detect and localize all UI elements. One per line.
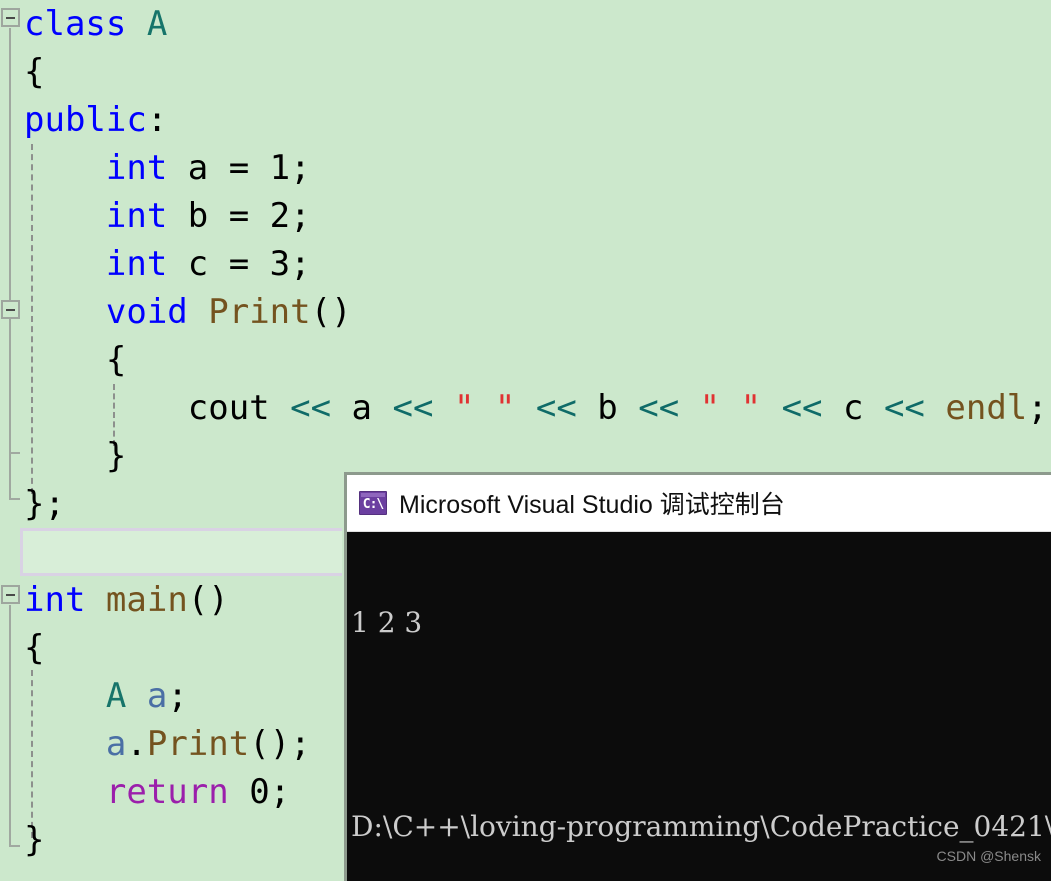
code-line[interactable]: int a = 1; — [0, 144, 1051, 192]
code-token: int — [105, 148, 168, 188]
code-token: class — [24, 4, 127, 44]
code-token: ; — [290, 244, 311, 284]
code-token: : — [146, 100, 168, 140]
code-token: endl — [945, 388, 1028, 428]
console-output-line-1: 1 2 3 — [351, 606, 423, 639]
code-token: c — [822, 388, 884, 428]
code-token: ; — [290, 196, 311, 236]
csdn-watermark: CSDN @Shensk — [936, 848, 1041, 864]
code-token: } — [24, 820, 45, 860]
code-token: << — [883, 388, 925, 428]
console-window[interactable]: C:\ Microsoft Visual Studio 调试控制台 1 2 3 … — [344, 472, 1051, 881]
code-token: int — [105, 196, 168, 236]
code-token: public — [24, 100, 147, 140]
code-line[interactable]: class A — [0, 0, 1051, 48]
code-token: void — [105, 292, 188, 332]
code-token: << — [290, 388, 332, 428]
code-token: main — [105, 580, 188, 620]
console-icon-prompt-glyph: C:\ — [362, 497, 384, 512]
code-token: . — [126, 724, 147, 764]
code-token: ; — [167, 676, 188, 716]
code-token: 3 — [269, 244, 291, 284]
code-token: Print — [208, 292, 311, 332]
console-app-icon: C:\ — [359, 491, 387, 515]
code-token: a = — [167, 148, 270, 188]
code-line[interactable]: void Print() — [0, 288, 1051, 336]
code-line[interactable]: int c = 3; — [0, 240, 1051, 288]
code-token: 2 — [269, 196, 291, 236]
code-token: b — [576, 388, 639, 428]
code-line[interactable]: int b = 2; — [0, 192, 1051, 240]
code-token: int — [105, 244, 168, 284]
code-line[interactable]: public: — [0, 96, 1051, 144]
code-token: a — [146, 676, 168, 716]
code-token: b = — [167, 196, 270, 236]
code-token: () — [187, 580, 229, 620]
code-token: a — [331, 388, 393, 428]
code-token: int — [24, 580, 86, 620]
code-line[interactable]: { — [0, 48, 1051, 96]
code-token: ; — [1027, 388, 1048, 428]
code-token: ; — [290, 148, 311, 188]
code-token: << — [535, 388, 577, 428]
code-token: { — [24, 628, 45, 668]
code-token: << — [392, 388, 434, 428]
code-token: 1 — [269, 148, 291, 188]
code-token: c = — [167, 244, 270, 284]
console-titlebar[interactable]: C:\ Microsoft Visual Studio 调试控制台 — [347, 475, 1051, 532]
code-token: A — [105, 676, 127, 716]
code-token: A — [146, 4, 168, 44]
code-token: () — [310, 292, 352, 332]
code-token: 0 — [249, 772, 270, 812]
code-token: Print — [146, 724, 250, 764]
console-window-title: Microsoft Visual Studio 调试控制台 — [399, 491, 785, 519]
code-token: (); — [249, 724, 311, 764]
code-token: " " — [699, 388, 762, 428]
code-line[interactable]: { — [0, 336, 1051, 384]
code-token: return — [105, 772, 229, 812]
code-token: " " — [453, 388, 516, 428]
code-token: }; — [24, 484, 65, 524]
code-token: } — [105, 436, 127, 476]
code-token: a — [105, 724, 127, 764]
code-token: << — [638, 388, 680, 428]
code-token: << — [781, 388, 823, 428]
console-output-line-2 — [351, 708, 1051, 742]
code-line[interactable]: cout << a << " " << b << " " << c << end… — [0, 384, 1051, 432]
console-output-area[interactable]: 1 2 3 D:\C++\loving-programming\CodePrac… — [347, 532, 1051, 881]
code-token: ; — [269, 772, 291, 812]
code-token: cout — [187, 388, 291, 428]
code-token: { — [24, 52, 45, 92]
code-token: { — [105, 340, 127, 380]
current-line-highlight[interactable] — [20, 528, 342, 576]
